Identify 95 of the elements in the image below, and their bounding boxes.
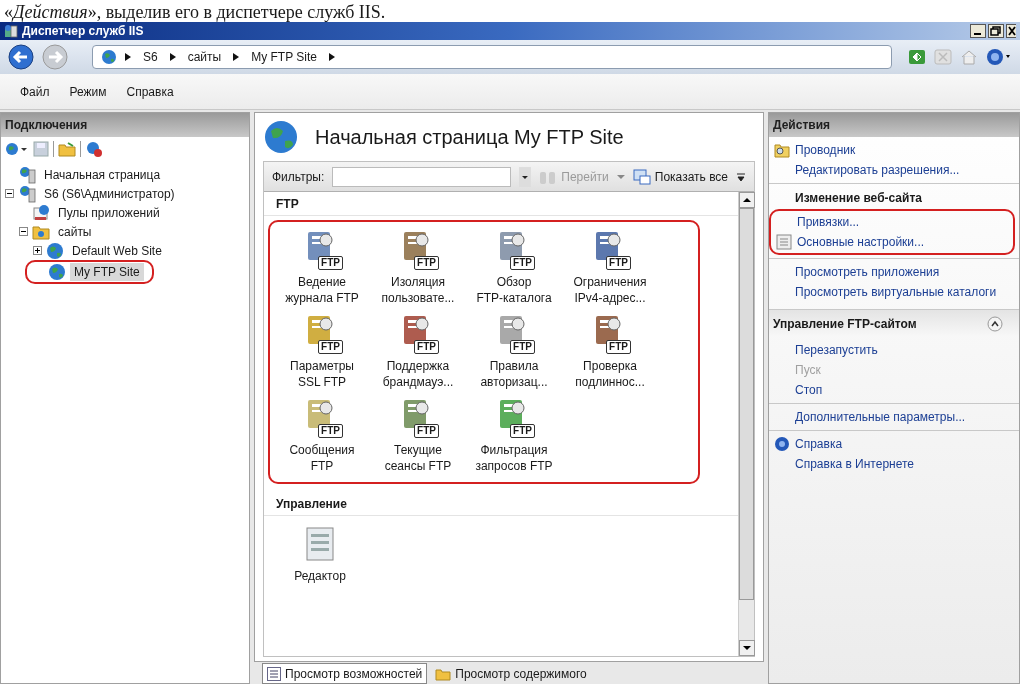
- feature-label[interactable]: Изоляция пользовате...: [381, 274, 455, 306]
- action-link[interactable]: Справка: [795, 435, 843, 453]
- window-title: Диспетчер служб IIS: [22, 23, 144, 40]
- ftp-badge: FTP: [318, 256, 343, 270]
- breadcrumb-arrow-icon: [329, 53, 335, 61]
- breadcrumb[interactable]: My FTP Site: [247, 48, 321, 66]
- ftp-badge: FTP: [510, 424, 535, 438]
- breadcrumb-arrow-icon: [125, 53, 131, 61]
- feature-label[interactable]: Сообщения FTP: [289, 442, 355, 474]
- ftp-badge: FTP: [606, 256, 631, 270]
- globe-icon: [263, 119, 299, 155]
- feature-label[interactable]: Обзор FTP-каталога: [476, 274, 552, 306]
- address-bar[interactable]: S6 сайты My FTP Site: [92, 45, 892, 69]
- maximize-button[interactable]: [988, 24, 1004, 38]
- scroll-thumb[interactable]: [739, 208, 754, 600]
- collapse-toggle[interactable]: [5, 189, 14, 198]
- panel-header: Действия: [769, 113, 1019, 137]
- view-tab[interactable]: Просмотр содержимого: [431, 664, 591, 684]
- feature-label[interactable]: Правила авторизац...: [480, 358, 548, 390]
- action-link[interactable]: Справка в Интернете: [795, 455, 914, 473]
- breadcrumb[interactable]: сайты: [183, 48, 226, 66]
- breadcrumb-arrow-icon: [169, 53, 176, 61]
- folder-icon: [435, 667, 452, 681]
- tree-item[interactable]: сайты: [54, 222, 96, 241]
- ftp-badge: FTP: [318, 424, 343, 438]
- ftp-badge: FTP: [510, 340, 535, 354]
- action-link[interactable]: Стоп: [795, 381, 823, 399]
- tree-item[interactable]: My FTP Site: [70, 263, 144, 281]
- breadcrumb-arrow-icon: [233, 53, 240, 61]
- close-button[interactable]: [1006, 24, 1016, 38]
- server-icon: [18, 184, 36, 203]
- feature-label[interactable]: Ведение журнала FTP: [285, 274, 359, 306]
- menu-item[interactable]: Справка: [126, 82, 174, 101]
- breadcrumb[interactable]: S6: [139, 48, 162, 66]
- dropdown-icon[interactable]: [616, 172, 625, 181]
- document-text: «Действия», выделив его в диспетчере служб IIS.: [4, 2, 386, 22]
- section-heading: Изменение веб-сайта: [794, 190, 923, 207]
- tree-item[interactable]: Начальная страница: [40, 165, 165, 184]
- collapse-toggle[interactable]: [19, 227, 28, 236]
- section-header: Управление FTP-сайтом: [773, 315, 917, 333]
- globe-icon: [46, 241, 64, 260]
- panel-header: Подключения: [1, 113, 249, 137]
- minimize-button[interactable]: [970, 24, 986, 38]
- action-link[interactable]: Основные настройки...: [797, 233, 925, 251]
- feature-label[interactable]: Ограничения IPv4-адрес...: [573, 274, 647, 306]
- ftp-badge: FTP: [414, 424, 439, 438]
- ftp-badge: FTP: [510, 256, 535, 270]
- connect-icon[interactable]: [5, 141, 29, 157]
- expand-toggle[interactable]: [33, 246, 42, 255]
- action-link[interactable]: Просмотреть виртуальные каталоги: [795, 283, 997, 301]
- settings-icon: [776, 234, 792, 250]
- feature-label[interactable]: Редактор: [294, 568, 346, 584]
- ftp-badge: FTP: [606, 340, 631, 354]
- overflow-icon[interactable]: [736, 170, 746, 183]
- forward-button[interactable]: [42, 44, 68, 70]
- action-link[interactable]: Редактировать разрешения...: [795, 161, 960, 179]
- dropdown-icon[interactable]: [519, 166, 532, 187]
- globe-icon: [101, 49, 117, 65]
- grid-icon: [632, 168, 651, 185]
- action-link[interactable]: Проводник: [795, 141, 856, 159]
- scroll-down-icon[interactable]: [739, 640, 755, 656]
- magnifier-folder-icon: [774, 142, 790, 158]
- menu-item[interactable]: Режим: [69, 82, 107, 101]
- view-tab[interactable]: Просмотр возможностей: [262, 663, 428, 684]
- collapse-button[interactable]: [987, 315, 1003, 332]
- show-all-button[interactable]: Показать все: [632, 167, 729, 186]
- globe-icon: [48, 263, 66, 281]
- action-link[interactable]: Просмотреть приложения: [795, 263, 940, 281]
- back-button[interactable]: [8, 44, 34, 70]
- scrollbar[interactable]: [738, 192, 754, 656]
- ftp-badge: FTP: [318, 340, 343, 354]
- feature-label[interactable]: Поддержка брандмауэ...: [382, 358, 454, 390]
- feature-label[interactable]: Текущие сеансы FTP: [384, 442, 452, 474]
- tree-item[interactable]: S6 (S6\Администратор): [40, 184, 179, 203]
- list-icon: [267, 666, 281, 681]
- folder-icon[interactable]: [58, 141, 76, 157]
- page-title: Начальная страница My FTP Site: [315, 125, 624, 150]
- tree-item[interactable]: Пулы приложений: [54, 203, 164, 222]
- feature-label[interactable]: Параметры SSL FTP: [290, 358, 354, 390]
- ftp-badge: FTP: [414, 256, 439, 270]
- filter-label: Фильтры:: [272, 168, 325, 186]
- server-icon: [18, 165, 36, 184]
- feature-label[interactable]: Фильтрация запросов FTP: [475, 442, 553, 474]
- group-header: FTP: [264, 192, 738, 216]
- ftp-badge: FTP: [414, 340, 439, 354]
- feature-label[interactable]: Проверка подлиннос...: [575, 358, 645, 390]
- action-link[interactable]: Перезапустить: [795, 341, 878, 359]
- tree-item[interactable]: Default Web Site: [68, 241, 166, 260]
- app-icon: [4, 24, 18, 38]
- menu-item[interactable]: Файл: [20, 82, 50, 101]
- filter-field[interactable]: [332, 166, 512, 187]
- action-link[interactable]: Дополнительные параметры...: [795, 408, 966, 426]
- scroll-up-icon[interactable]: [739, 192, 755, 208]
- group-header: Управление: [264, 492, 738, 516]
- action-link[interactable]: Привязки...: [797, 213, 860, 231]
